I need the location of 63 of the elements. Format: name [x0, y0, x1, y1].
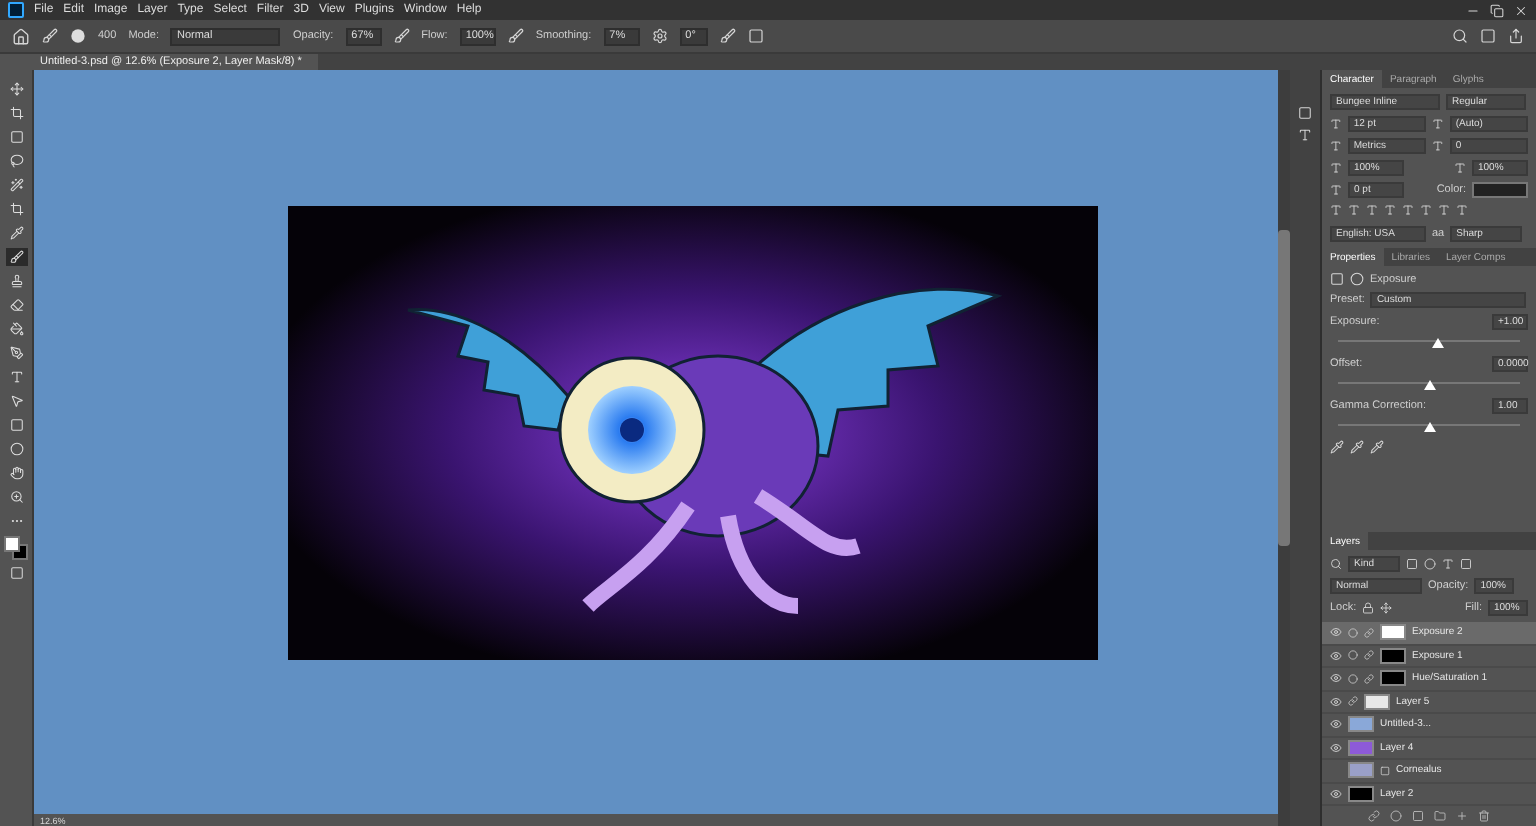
- brush-icon[interactable]: [42, 28, 58, 44]
- search-icon[interactable]: [1452, 28, 1468, 44]
- group-icon[interactable]: [1434, 810, 1446, 822]
- type-tool-icon[interactable]: [9, 370, 23, 384]
- eyedropper-icon[interactable]: [1350, 440, 1364, 454]
- ellipse-tool-icon[interactable]: [9, 442, 23, 456]
- scrollbar-thumb[interactable]: [1278, 230, 1290, 546]
- visibility-icon[interactable]: [1329, 741, 1341, 754]
- search-icon[interactable]: [1330, 558, 1342, 570]
- eyedropper-icon[interactable]: [1330, 440, 1344, 454]
- lasso-tool-icon[interactable]: [9, 154, 23, 168]
- move-tool-icon[interactable]: [9, 82, 23, 96]
- new-layer-icon[interactable]: [1456, 810, 1468, 822]
- slider-thumb[interactable]: [1423, 380, 1435, 390]
- crop-tool-icon[interactable]: [9, 202, 23, 216]
- foreground-color-swatch[interactable]: [4, 536, 20, 552]
- brush-preset-icon[interactable]: [70, 28, 86, 44]
- stamp-tool-icon[interactable]: [9, 274, 23, 288]
- visibility-icon[interactable]: [1329, 626, 1341, 639]
- eraser-tool-icon[interactable]: [9, 298, 23, 312]
- restore-icon[interactable]: [1490, 3, 1504, 17]
- character-panel-icon[interactable]: [1298, 128, 1312, 142]
- text-style-icon[interactable]: [1438, 204, 1450, 216]
- marquee-tool-icon[interactable]: [9, 130, 23, 144]
- visibility-icon[interactable]: [1329, 672, 1341, 685]
- settings-icon[interactable]: [651, 28, 668, 44]
- rectangle-tool-icon[interactable]: [9, 418, 23, 432]
- hand-tool-icon[interactable]: [9, 466, 23, 480]
- home-icon[interactable]: [12, 27, 30, 45]
- zoom-tool-icon[interactable]: [9, 490, 23, 504]
- visibility-icon[interactable]: [1329, 718, 1341, 731]
- eyedropper-tool-icon[interactable]: [9, 226, 23, 240]
- link-icon: [1364, 627, 1374, 638]
- pen-tool-icon[interactable]: [9, 346, 23, 360]
- text-style-icon[interactable]: [1348, 204, 1360, 216]
- text-style-icon[interactable]: [1402, 204, 1414, 216]
- text-style-icon[interactable]: [1456, 204, 1468, 216]
- text-style-icon[interactable]: [1384, 204, 1396, 216]
- app-logo-icon: [8, 2, 24, 18]
- slider-thumb[interactable]: [1423, 422, 1435, 432]
- slider-track[interactable]: [1338, 420, 1520, 426]
- clipping-icon: [1348, 696, 1358, 707]
- eyedropper-icon[interactable]: [1370, 440, 1384, 454]
- share-icon[interactable]: [1508, 28, 1524, 44]
- visibility-icon[interactable]: [1329, 649, 1341, 662]
- text-style-icon[interactable]: [1330, 204, 1342, 216]
- lock-position-icon[interactable]: [1380, 602, 1393, 614]
- wand-tool-icon[interactable]: [9, 178, 23, 192]
- delete-icon[interactable]: [1478, 810, 1490, 822]
- lock-icon[interactable]: [1362, 602, 1375, 614]
- slider-thumb[interactable]: [1432, 338, 1445, 348]
- text-color-swatch[interactable]: [1472, 182, 1528, 198]
- type-filter-icon[interactable]: [1442, 558, 1454, 570]
- text-style-icon[interactable]: [1420, 204, 1432, 216]
- visibility-icon[interactable]: [1329, 695, 1341, 708]
- link-icon: [1364, 650, 1374, 661]
- close-icon[interactable]: [1514, 3, 1528, 17]
- link-layers-icon[interactable]: [1368, 810, 1380, 822]
- text-style-icon[interactable]: [1366, 204, 1378, 216]
- brush-tool-icon[interactable]: [9, 250, 23, 264]
- visibility-icon[interactable]: [1329, 787, 1341, 800]
- selection-tool-icon[interactable]: [9, 394, 23, 408]
- link-icon: [1364, 673, 1374, 684]
